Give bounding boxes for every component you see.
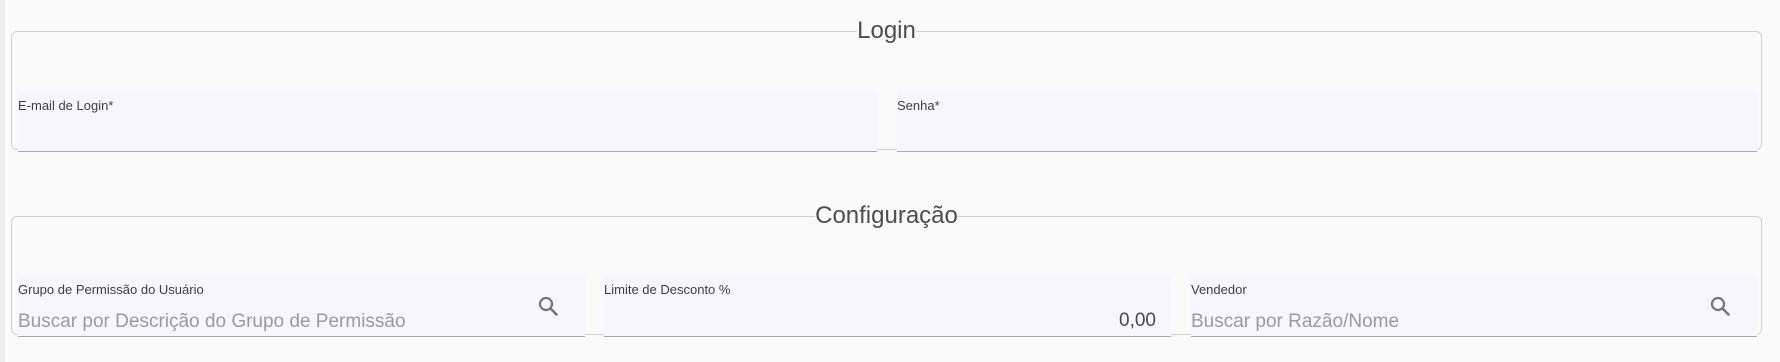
login-section-title: Login: [857, 17, 916, 44]
search-icon: [538, 296, 558, 316]
permission-group-field[interactable]: Grupo de Permissão do Usuário: [18, 274, 585, 337]
password-input[interactable]: [897, 124, 1737, 150]
page: Login E-mail de Login* Senha* Configuraç…: [0, 0, 1780, 362]
config-section-title: Configuração: [815, 202, 958, 229]
left-edge-shade: [0, 0, 5, 362]
permission-group-label: Grupo de Permissão do Usuário: [18, 282, 204, 297]
password-field[interactable]: Senha*: [897, 90, 1757, 152]
login-section: Login E-mail de Login* Senha*: [11, 17, 1762, 152]
permission-group-input[interactable]: [18, 309, 518, 335]
config-section: Configuração Grupo de Permissão do Usuár…: [11, 202, 1762, 337]
email-field[interactable]: E-mail de Login*: [18, 90, 877, 152]
password-label: Senha*: [897, 98, 940, 113]
seller-input[interactable]: [1191, 309, 1671, 335]
email-label: E-mail de Login*: [18, 98, 114, 113]
search-icon: [1710, 296, 1730, 316]
seller-field[interactable]: Vendedor: [1191, 274, 1757, 337]
permission-group-search-button[interactable]: [534, 292, 562, 320]
discount-limit-value[interactable]: 0,00: [1119, 310, 1156, 332]
discount-limit-label: Limite de Desconto %: [604, 282, 731, 297]
discount-limit-field[interactable]: Limite de Desconto % 0,00: [604, 274, 1171, 337]
email-input[interactable]: [18, 124, 858, 150]
seller-search-button[interactable]: [1706, 292, 1734, 320]
seller-label: Vendedor: [1191, 282, 1247, 297]
